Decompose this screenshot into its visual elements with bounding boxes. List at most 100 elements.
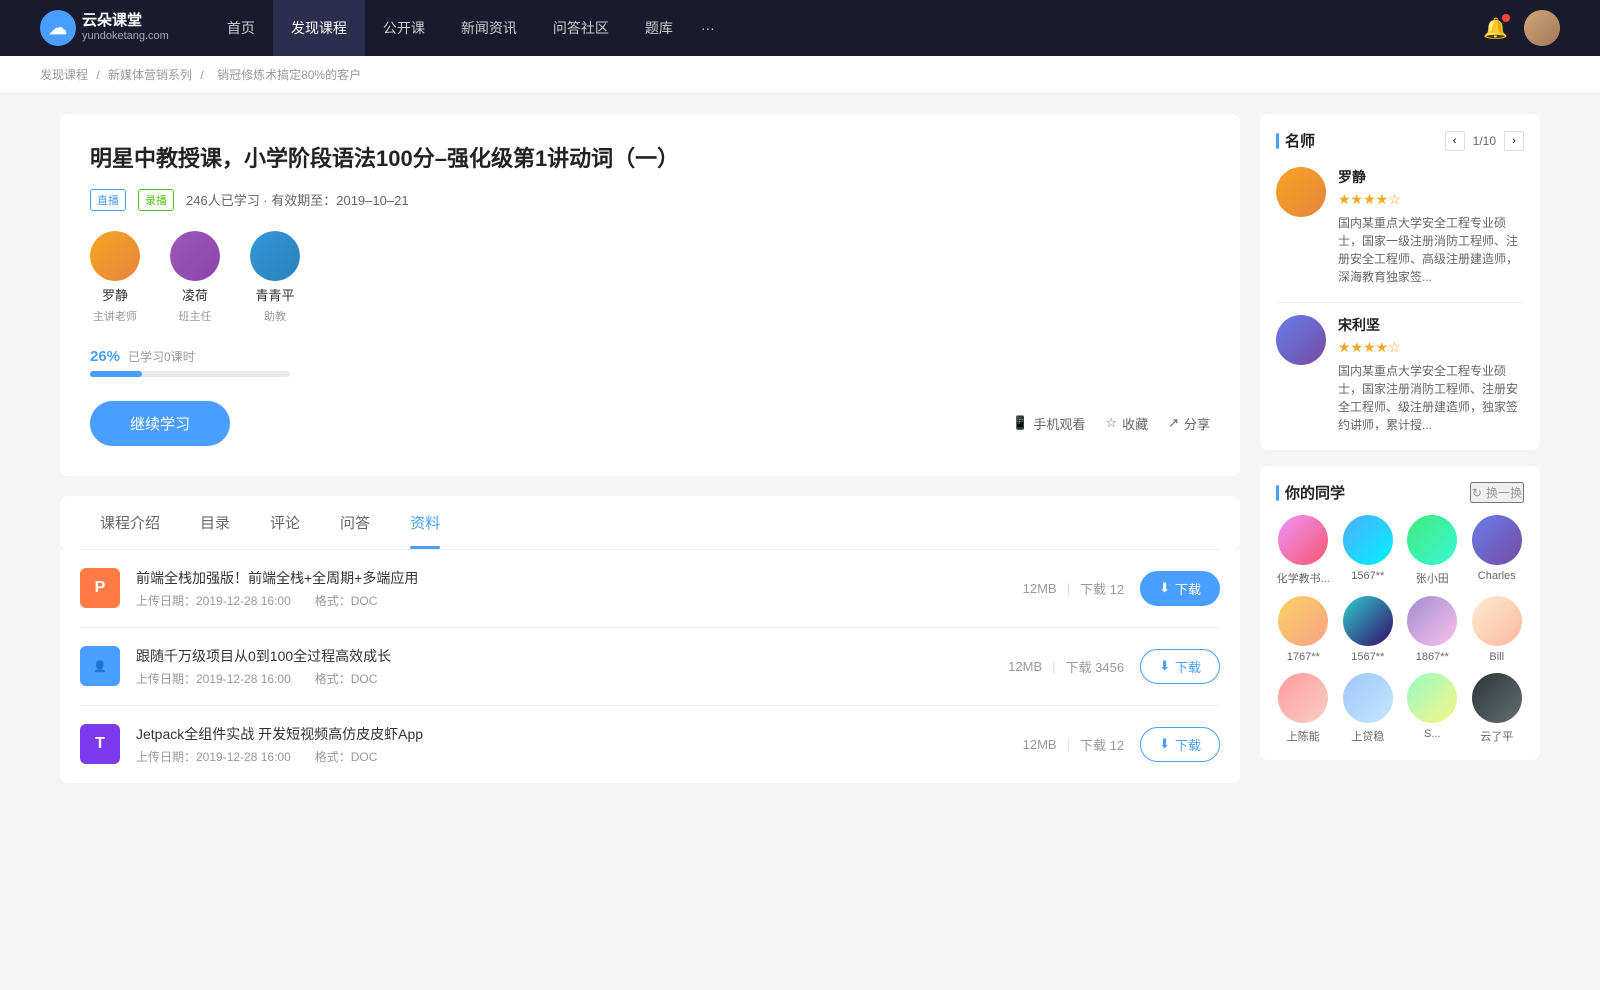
nav-home[interactable]: 首页: [209, 0, 273, 56]
continue-button[interactable]: 继续学习: [90, 401, 230, 446]
resource-item-3: T Jetpack全组件实战 开发短视频高仿皮皮虾App 上传日期：2019-1…: [80, 706, 1220, 783]
teacher-name-luojing: 罗静: [102, 285, 128, 304]
resource-info-2: 跟随千万级项目从0到100全过程高效成长 上传日期：2019-12-28 16:…: [136, 646, 992, 687]
logo[interactable]: ☁ 云朵课堂 yundoketang.com: [40, 10, 169, 46]
teacher-linghe: 凌荷 班主任: [170, 231, 220, 324]
teacher-avatar-img-luojing: [90, 231, 140, 281]
sidebar-teacher-avatar-songlijian: [1276, 315, 1326, 365]
resource-icon-p: P: [80, 568, 120, 608]
main-container: 明星中教授课，小学阶段语法100分–强化级第1讲动词（一） 直播 录播 246人…: [20, 94, 1580, 803]
classmates-header: 你的同学 ↻ 换一换: [1276, 482, 1524, 503]
teacher-card-luojing: 罗静 ★★★★☆ 国内某重点大学安全工程专业硕士，国家一级注册消防工程师、注册安…: [1276, 167, 1524, 286]
share-button[interactable]: ↗ 分享: [1168, 414, 1210, 433]
classmate-name-9: 上陈能: [1287, 728, 1320, 744]
breadcrumb-sep2: /: [200, 68, 207, 82]
teachers-card: 名师 ‹ 1/10 › 罗静 ★★★★☆ 国内某重点大学安全工程专业硕士，国家一…: [1260, 114, 1540, 450]
resource-list: P 前端全栈加强版！前端全栈+全周期+多端应用 上传日期：2019-12-28 …: [60, 550, 1240, 783]
teacher-name-qingping: 青青平: [255, 285, 294, 304]
logo-icon: ☁: [40, 10, 76, 46]
breadcrumb-link-series[interactable]: 新媒体营销系列: [108, 68, 192, 82]
badge-live: 直播: [90, 189, 126, 211]
classmate-avatar-1: [1278, 515, 1328, 565]
course-meta-text: 246人已学习 · 有效期至：2019–10–21: [186, 190, 409, 209]
breadcrumb: 发现课程 / 新媒体营销系列 / 销冠修炼术搞定80%的客户: [0, 56, 1600, 94]
resource-meta-2: 上传日期：2019-12-28 16:00 格式：DOC: [136, 670, 992, 687]
classmate-name-5: 1767**: [1287, 651, 1320, 663]
tab-catalog[interactable]: 目录: [180, 496, 250, 549]
classmate-name-4: Charles: [1478, 570, 1516, 582]
resource-stats-3: 12MB | 下载 12: [1023, 735, 1124, 754]
classmate-name-11: S...: [1424, 728, 1441, 740]
breadcrumb-link-discover[interactable]: 发现课程: [40, 68, 88, 82]
mobile-view-button[interactable]: 📱 手机观看: [1012, 414, 1085, 433]
download-icon-2: ⬇: [1159, 658, 1170, 674]
progress-label: 26% 已学习0课时: [90, 348, 1210, 365]
breadcrumb-current: 销冠修炼术搞定80%的客户: [217, 68, 361, 82]
tab-qa[interactable]: 问答: [320, 496, 390, 549]
download-label-1: 下载: [1175, 579, 1201, 598]
classmate-7: 1867**: [1405, 596, 1460, 663]
share-icon: ↗: [1168, 415, 1179, 431]
user-avatar-img: [1524, 10, 1560, 46]
prev-page-button[interactable]: ‹: [1445, 131, 1465, 151]
classmate-5: 1767**: [1276, 596, 1331, 663]
next-page-button[interactable]: ›: [1504, 131, 1524, 151]
refresh-label: 换一换: [1486, 484, 1522, 501]
nav-news[interactable]: 新闻资讯: [443, 0, 535, 56]
tabs: 课程介绍 目录 评论 问答 资料: [80, 496, 1220, 550]
teacher-divider: [1276, 302, 1524, 303]
classmate-avatar-12: [1472, 673, 1522, 723]
download-button-3[interactable]: ⬇ 下载: [1140, 727, 1220, 762]
teacher-role-luojing: 主讲老师: [93, 308, 137, 324]
bell-icon[interactable]: 🔔: [1483, 16, 1508, 41]
refresh-icon: ↻: [1472, 486, 1482, 500]
tab-reviews[interactable]: 评论: [250, 496, 320, 549]
content-left: 明星中教授课，小学阶段语法100分–强化级第1讲动词（一） 直播 录播 246人…: [60, 114, 1240, 783]
course-card: 明星中教授课，小学阶段语法100分–强化级第1讲动词（一） 直播 录播 246人…: [60, 114, 1240, 476]
classmate-11: S...: [1405, 673, 1460, 744]
favorite-button[interactable]: ☆ 收藏: [1105, 414, 1148, 433]
classmate-name-1: 化学教书...: [1277, 570, 1330, 586]
resource-icon-person: 👤: [80, 646, 120, 686]
tab-intro[interactable]: 课程介绍: [80, 496, 180, 549]
teacher-avatar-img-linghe: [170, 231, 220, 281]
resource-stats-1: 12MB | 下载 12: [1023, 579, 1124, 598]
classmate-name-3: 张小田: [1416, 570, 1449, 586]
classmate-name-7: 1867**: [1416, 651, 1449, 663]
mobile-icon: 📱: [1012, 415, 1028, 431]
classmate-9: 上陈能: [1276, 673, 1331, 744]
teacher-avatar-qingping: [250, 231, 300, 281]
teacher-avatar-luojing: [90, 231, 140, 281]
nav-quiz[interactable]: 题库: [627, 0, 691, 56]
nav-public[interactable]: 公开课: [365, 0, 443, 56]
download-icon-3: ⬇: [1159, 736, 1170, 752]
refresh-classmates-button[interactable]: ↻ 换一换: [1470, 482, 1524, 503]
badge-record: 录播: [138, 189, 174, 211]
course-title: 明星中教授课，小学阶段语法100分–强化级第1讲动词（一）: [90, 144, 1210, 175]
nav-qa[interactable]: 问答社区: [535, 0, 627, 56]
classmate-avatar-8: [1472, 596, 1522, 646]
nav-more[interactable]: ···: [691, 0, 725, 56]
classmates-card: 你的同学 ↻ 换一换 化学教书... 1567** 张小田: [1260, 466, 1540, 760]
resource-info-3: Jetpack全组件实战 开发短视频高仿皮皮虾App 上传日期：2019-12-…: [136, 724, 1007, 765]
star-icon: ☆: [1105, 415, 1117, 431]
sidebar-teacher-info-songlijian: 宋利坚 ★★★★☆ 国内某重点大学安全工程专业硕士，国家注册消防工程师、注册安全…: [1338, 315, 1524, 434]
resource-stats-2: 12MB | 下载 3456: [1008, 657, 1124, 676]
teacher-luojing: 罗静 主讲老师: [90, 231, 140, 324]
tab-resources[interactable]: 资料: [390, 496, 460, 549]
teacher-desc-luojing: 国内某重点大学安全工程专业硕士，国家一级注册消防工程师、注册安全工程师、高级注册…: [1338, 214, 1524, 286]
download-label-3: 下载: [1175, 735, 1201, 754]
classmate-name-2: 1567**: [1351, 570, 1384, 582]
download-button-1[interactable]: ⬇ 下载: [1140, 571, 1220, 606]
teacher-desc-songlijian: 国内某重点大学安全工程专业硕士，国家注册消防工程师、注册安全工程师、级注册建造师…: [1338, 362, 1524, 434]
resource-meta-1: 上传日期：2019-12-28 16:00 格式：DOC: [136, 592, 1007, 609]
favorite-label: 收藏: [1122, 414, 1148, 433]
download-button-2[interactable]: ⬇ 下载: [1140, 649, 1220, 684]
classmate-4: Charles: [1470, 515, 1525, 586]
sidebar-teacher-name-luojing: 罗静: [1338, 167, 1524, 187]
nav-discover[interactable]: 发现课程: [273, 0, 365, 56]
classmate-name-10: 上贷稳: [1351, 728, 1384, 744]
resource-downloads-2: 下载 3456: [1066, 657, 1125, 676]
resource-size-2: 12MB: [1008, 659, 1042, 674]
user-avatar[interactable]: [1524, 10, 1560, 46]
